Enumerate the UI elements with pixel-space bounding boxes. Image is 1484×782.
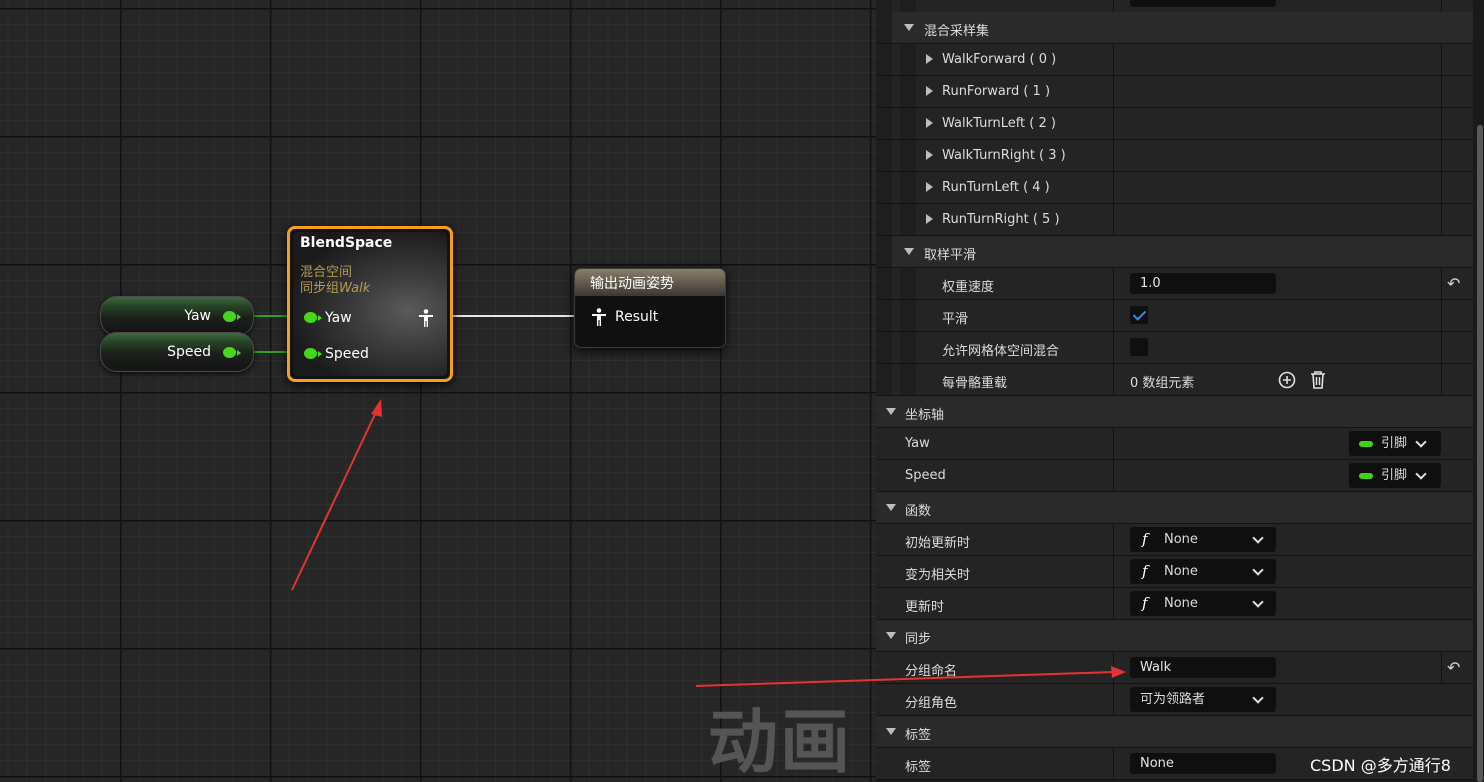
annotation-arrow-group-name: [695, 666, 1126, 687]
csdn-credit: CSDN @多方通行8: [1310, 756, 1451, 775]
